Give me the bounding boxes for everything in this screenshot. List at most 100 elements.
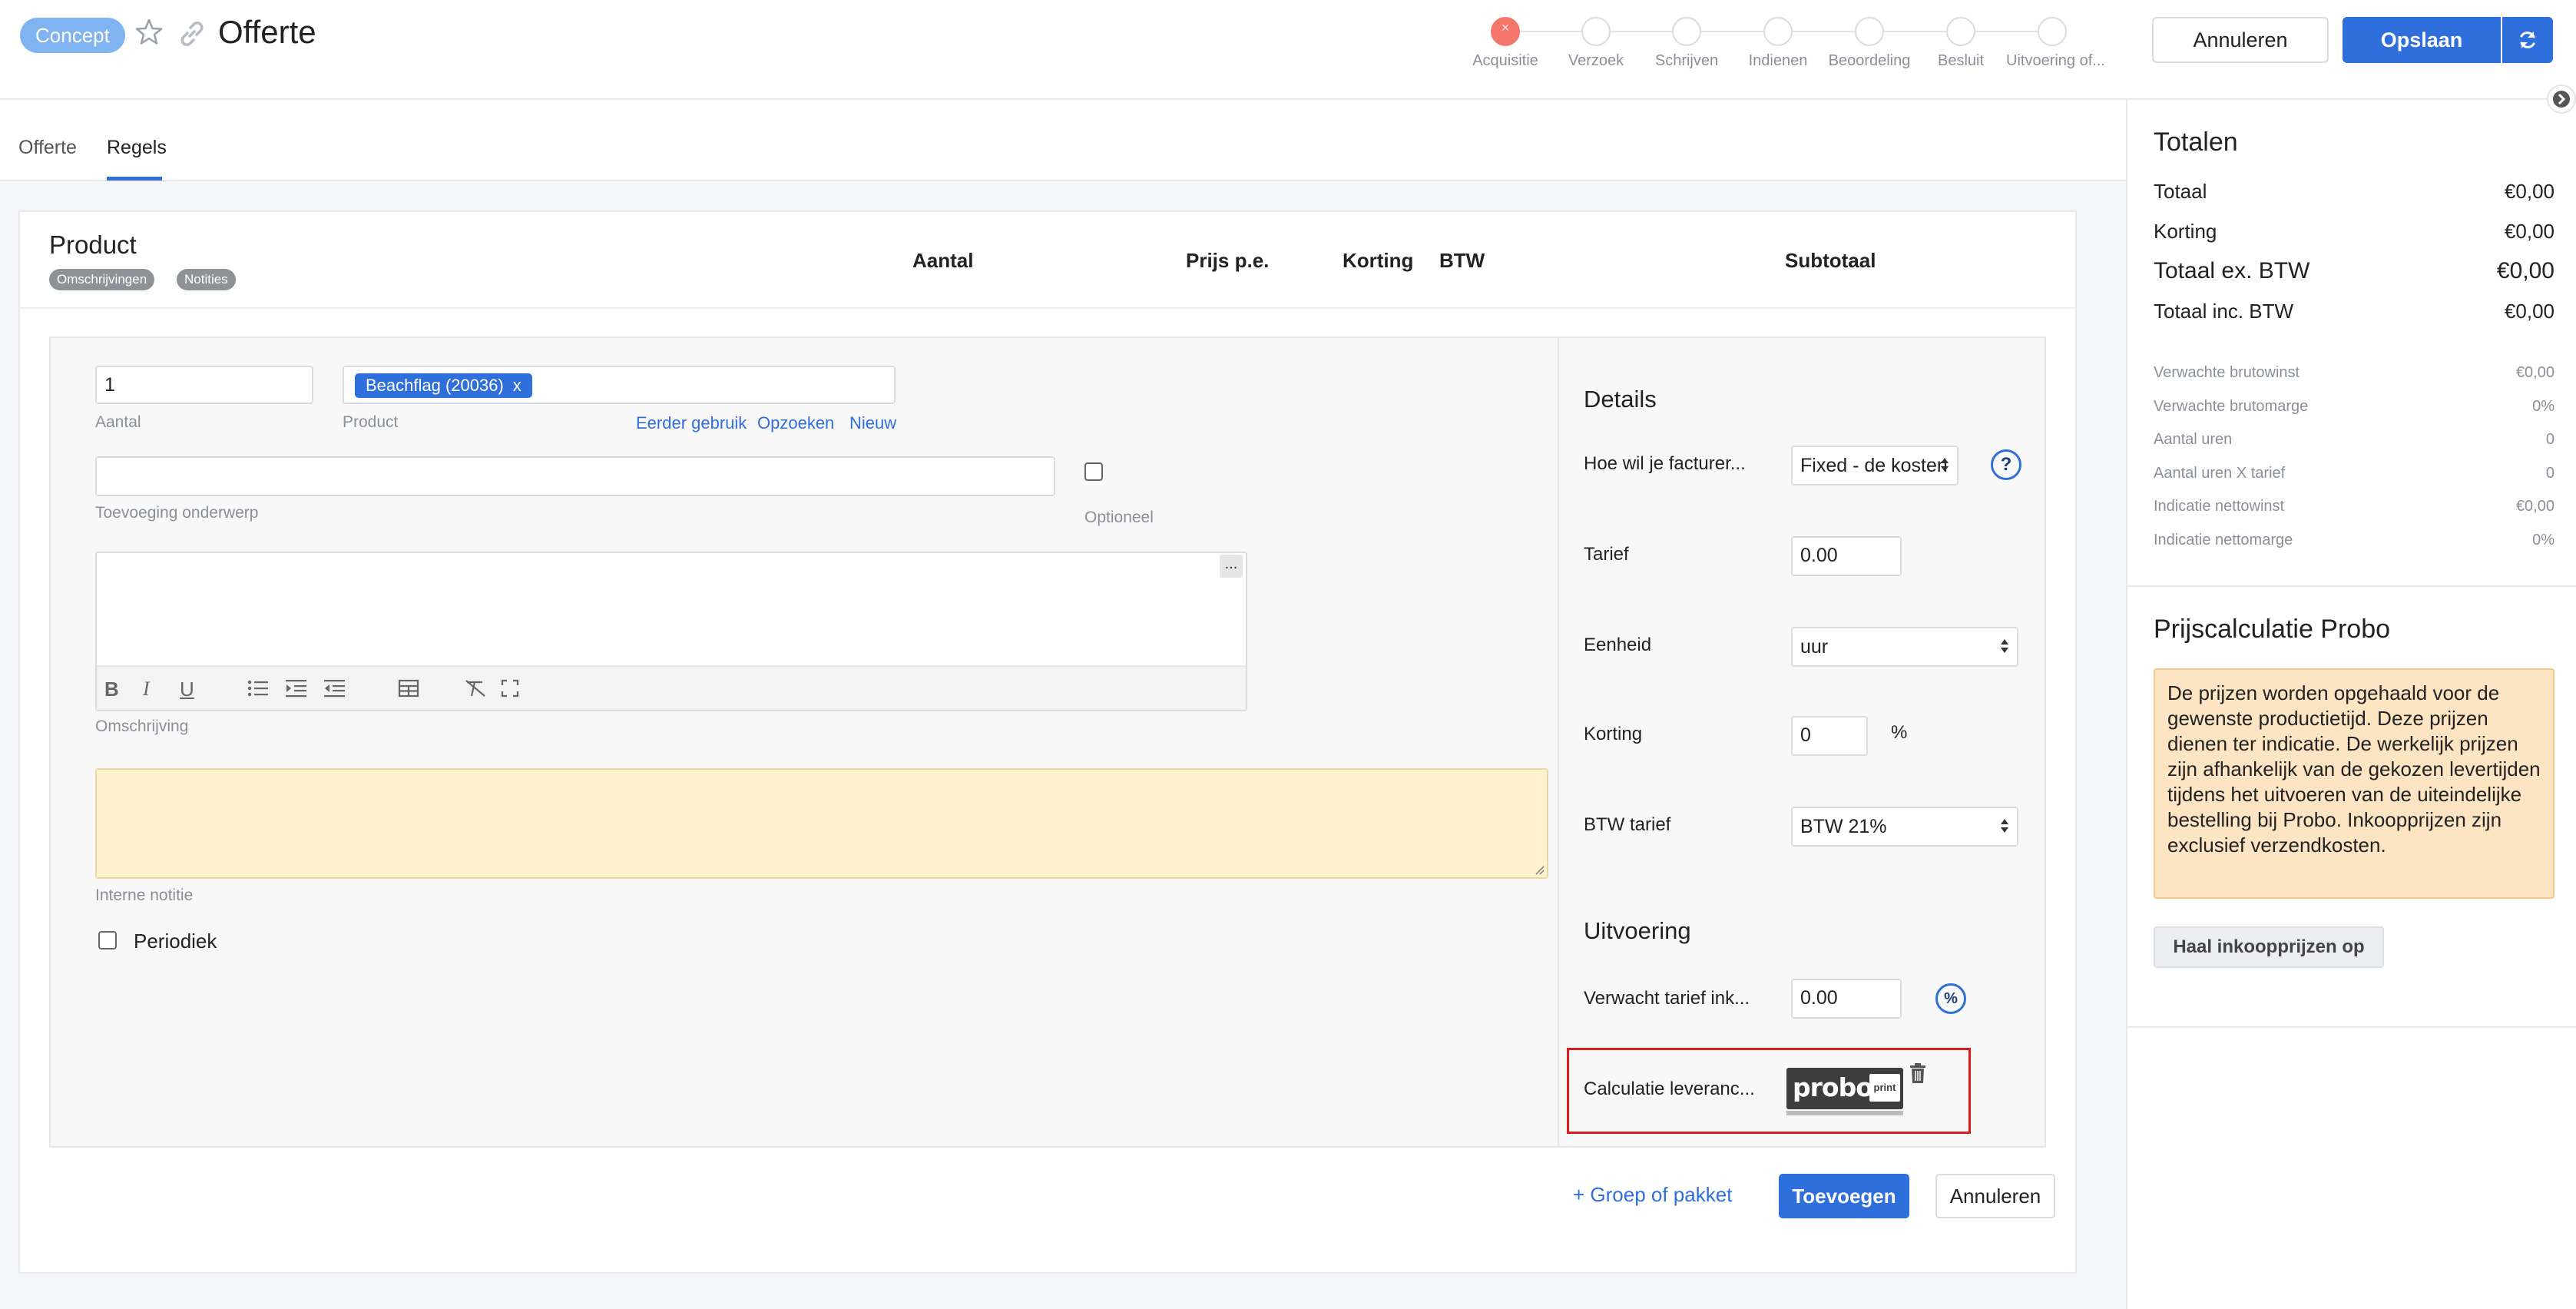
trash-icon[interactable] bbox=[1909, 1063, 1926, 1083]
cancel-button[interactable]: Annuleren bbox=[2152, 17, 2329, 63]
aantal-label: Aantal bbox=[95, 413, 141, 431]
totals-row-value: €0,00 bbox=[2504, 220, 2554, 243]
step-schrijven[interactable]: Schrijven bbox=[1641, 17, 1733, 70]
product-tag: Beachflag (20036) x bbox=[355, 373, 532, 398]
clear-format-icon[interactable] bbox=[464, 679, 487, 698]
totals-row-value: €0,00 bbox=[2504, 180, 2554, 203]
step-uitvoering[interactable]: Uitvoering of... bbox=[2006, 17, 2105, 70]
chip-omschrijvingen[interactable]: Omschrijvingen bbox=[49, 269, 155, 290]
uitvoering-title: Uitvoering bbox=[1584, 917, 1691, 944]
step-label: Beoordeling bbox=[1828, 52, 1911, 69]
interne-notitie-textarea[interactable] bbox=[95, 768, 1548, 879]
totals-title: Totalen bbox=[2154, 128, 2238, 157]
refresh-button[interactable] bbox=[2502, 17, 2553, 63]
detail-row-value: €0,00 bbox=[2515, 498, 2554, 515]
page-title: Offerte bbox=[218, 14, 316, 50]
aantal-input[interactable]: 1 bbox=[95, 366, 313, 404]
calculatie-label: Calculatie leveranc... bbox=[1584, 1079, 1755, 1099]
detail-row: Aantal uren 0 bbox=[2154, 431, 2554, 462]
detail-row: Verwachte brutomarge 0% bbox=[2154, 398, 2554, 429]
cancel-line-button[interactable]: Annuleren bbox=[1935, 1174, 2055, 1218]
totals-row-label: Totaal inc. BTW bbox=[2154, 300, 2294, 323]
facturering-select[interactable]: Fixed - de kosten bbox=[1791, 446, 1958, 485]
table-icon[interactable] bbox=[398, 679, 419, 698]
column-product: Product bbox=[49, 230, 137, 259]
italic-icon[interactable]: I bbox=[143, 678, 150, 701]
save-button[interactable]: Opslaan bbox=[2343, 17, 2501, 63]
step-verzoek[interactable]: Verzoek bbox=[1550, 17, 1642, 70]
korting-input[interactable]: 0 bbox=[1791, 716, 1868, 756]
bold-icon[interactable]: B bbox=[104, 678, 119, 701]
resize-grip-icon[interactable] bbox=[1533, 863, 1545, 876]
step-label: Uitvoering of... bbox=[2006, 52, 2105, 69]
select-arrow-icon bbox=[2001, 819, 2008, 833]
underline-icon[interactable]: U bbox=[180, 678, 194, 701]
optioneel-checkbox[interactable] bbox=[1084, 462, 1103, 481]
korting-percent-suffix: % bbox=[1891, 722, 1908, 743]
verwacht-tarief-label: Verwacht tarief ink... bbox=[1584, 988, 1750, 1009]
chip-notities[interactable]: Notities bbox=[177, 269, 236, 290]
totals-row-value: €0,00 bbox=[2496, 258, 2554, 283]
chevron-right-icon bbox=[2553, 91, 2570, 108]
verwacht-tarief-input[interactable]: 0.00 bbox=[1791, 979, 1902, 1019]
toevoeging-input[interactable] bbox=[95, 456, 1055, 496]
product-label: Product bbox=[343, 413, 399, 431]
add-group-link[interactable]: + Groep of pakket bbox=[1573, 1183, 1732, 1207]
opzoeken-link[interactable]: Opzoeken bbox=[757, 413, 834, 433]
step-beoordeling[interactable]: Beoordeling bbox=[1823, 17, 1915, 70]
column-korting: Korting bbox=[1343, 249, 1414, 272]
detail-row: Aantal uren X tarief 0 bbox=[2154, 465, 2554, 495]
eenheid-select[interactable]: uur bbox=[1791, 627, 2018, 667]
btw-value: BTW 21% bbox=[1800, 816, 1887, 837]
fullscreen-icon[interactable] bbox=[501, 679, 519, 698]
btw-select[interactable]: BTW 21% bbox=[1791, 807, 2018, 847]
product-select[interactable]: Beachflag (20036) x bbox=[343, 366, 896, 404]
column-prijs: Prijs p.e. bbox=[1186, 249, 1270, 272]
link-icon[interactable] bbox=[177, 18, 207, 49]
indent-icon[interactable] bbox=[286, 679, 307, 698]
percent-toggle-icon[interactable]: % bbox=[1935, 983, 1966, 1014]
btw-label: BTW tarief bbox=[1584, 814, 1671, 835]
totals-row: Totaal ex. BTW €0,00 bbox=[2154, 258, 2554, 289]
collapse-sidebar-toggle[interactable] bbox=[2547, 85, 2576, 114]
fetch-prices-button[interactable]: Haal inkoopprijzen op bbox=[2154, 926, 2384, 968]
detail-row-label: Aantal uren bbox=[2154, 431, 2233, 448]
probo-logo[interactable]: probo print bbox=[1786, 1068, 1903, 1115]
tarief-input[interactable]: 0.00 bbox=[1791, 536, 1902, 576]
sidebar-divider bbox=[2127, 1026, 2576, 1028]
select-arrow-icon bbox=[2001, 639, 2008, 653]
select-arrow-icon bbox=[1941, 458, 1949, 472]
toevoeging-label: Toevoeging onderwerp bbox=[95, 504, 259, 522]
eerder-gebruik-link[interactable]: Eerder gebruik bbox=[636, 413, 747, 433]
tab-regels[interactable]: Regels bbox=[107, 137, 167, 159]
totals-row: Totaal inc. BTW €0,00 bbox=[2154, 300, 2554, 330]
tab-offerte[interactable]: Offerte bbox=[18, 137, 77, 159]
outdent-icon[interactable] bbox=[324, 679, 346, 698]
tabs-bar: Offerte Regels bbox=[0, 100, 2126, 181]
step-acquisitie[interactable]: Acquisitie bbox=[1459, 17, 1551, 70]
optioneel-label: Optioneel bbox=[1084, 509, 1154, 526]
status-badge[interactable]: Concept bbox=[20, 18, 125, 53]
step-dot bbox=[2038, 17, 2067, 46]
help-icon[interactable]: ? bbox=[1991, 449, 2021, 480]
step-besluit[interactable]: Besluit bbox=[1915, 17, 2007, 70]
remove-tag-icon[interactable]: x bbox=[513, 376, 521, 395]
more-icon[interactable]: ... bbox=[1220, 555, 1243, 578]
probo-info-note: De prijzen worden opgehaald voor de gewe… bbox=[2154, 668, 2554, 899]
nieuw-link[interactable]: Nieuw bbox=[849, 413, 896, 433]
top-bar: Concept Offerte Acquisitie Verzoek Schri… bbox=[0, 0, 2576, 100]
step-indienen[interactable]: Indienen bbox=[1732, 17, 1824, 70]
bullet-list-icon[interactable] bbox=[247, 679, 269, 698]
eenheid-label: Eenheid bbox=[1584, 635, 1652, 655]
omschrijving-editor[interactable]: ... B I U bbox=[95, 552, 1247, 711]
detail-row-label: Indicatie nettowinst bbox=[2154, 498, 2285, 515]
detail-row-value: 0 bbox=[2545, 431, 2554, 448]
add-line-button[interactable]: Toevoegen bbox=[1779, 1174, 1909, 1218]
progress-steps: Acquisitie Verzoek Schrijven Indienen Be… bbox=[1459, 17, 2120, 78]
detail-row-value: 0 bbox=[2545, 465, 2554, 482]
details-title: Details bbox=[1584, 386, 1657, 413]
step-label: Indienen bbox=[1748, 52, 1808, 69]
facturering-value: Fixed - de kosten bbox=[1800, 455, 1948, 476]
periodiek-checkbox[interactable] bbox=[98, 931, 117, 949]
star-icon[interactable] bbox=[134, 17, 164, 48]
